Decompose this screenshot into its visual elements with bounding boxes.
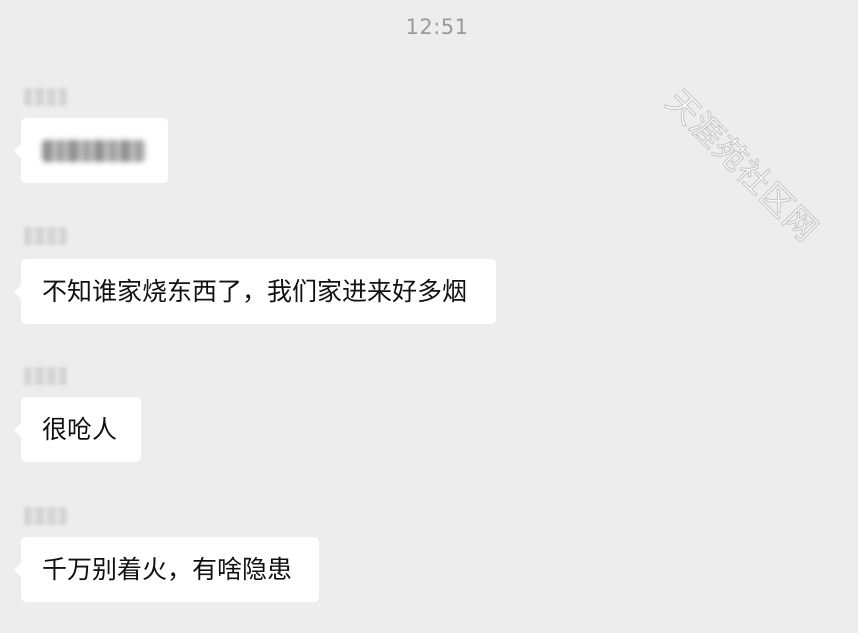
message-bubble[interactable]: 不知谁家烧东西了，我们家进来好多烟 (14, 259, 496, 324)
timestamp: 12:51 (405, 15, 469, 39)
watermark: 天涯苑社区网 (658, 82, 826, 250)
message-text: 不知谁家烧东西了，我们家进来好多烟 (42, 277, 468, 306)
sender-name-blurred (24, 367, 67, 385)
sender-name-blurred (24, 88, 67, 106)
message-text: 很呛人 (42, 415, 118, 444)
sender-name-blurred (24, 507, 67, 525)
sender-name-blurred (24, 227, 67, 245)
message-bubble[interactable]: 很呛人 (14, 397, 141, 462)
message-bubble[interactable]: 千万别着火，有啥隐患 (14, 537, 319, 602)
message-bubble-blurred[interactable] (14, 118, 168, 183)
blurred-message-text (42, 139, 146, 162)
message-text: 千万别着火，有啥隐患 (42, 555, 293, 584)
